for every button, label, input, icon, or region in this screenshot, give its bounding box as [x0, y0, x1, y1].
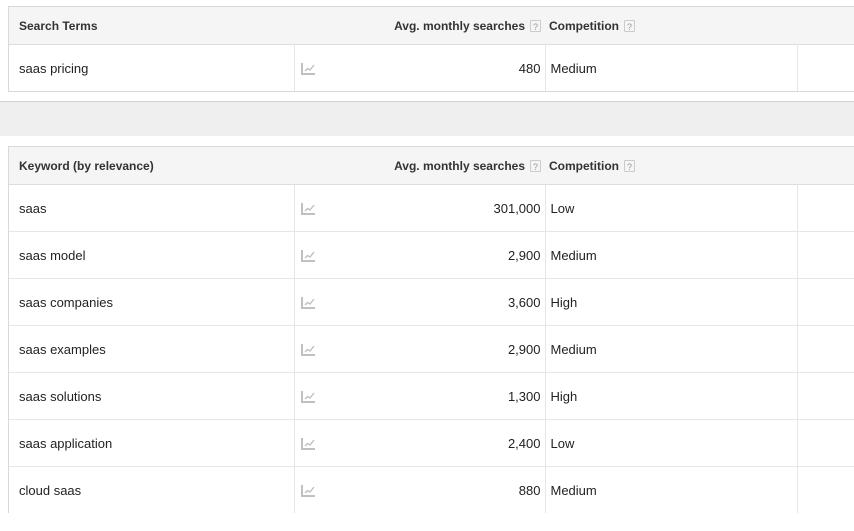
column-header-label: Keyword (by relevance) — [19, 158, 154, 173]
cell-spark — [294, 466, 334, 513]
gap-spacer-bottom — [0, 137, 854, 146]
cell-competition: Medium — [545, 325, 798, 373]
keyword-ideas-panel: Keyword (by relevance) Avg. monthly sear… — [8, 146, 854, 513]
cell-avg-monthly-searches: 1,300 — [334, 372, 546, 420]
cell-competition: Medium — [545, 231, 798, 279]
trend-chart-icon[interactable] — [300, 249, 316, 263]
search-terms-table-head: Search Terms Avg. monthly searches ? Com… — [9, 7, 854, 45]
column-header-keyword-by-relevance[interactable]: Keyword (by relevance) — [9, 147, 294, 185]
table-row[interactable]: cloud saas 880 Medium — [9, 466, 854, 513]
cell-avg-monthly-searches: 2,900 — [334, 325, 546, 373]
cell-spark — [294, 325, 334, 373]
section-separator-band — [0, 101, 854, 137]
trend-chart-icon[interactable] — [300, 390, 316, 404]
cell-competition: Low — [545, 419, 798, 467]
column-header-spark — [294, 147, 334, 185]
cell-spark — [294, 44, 334, 91]
column-header-spark — [294, 7, 334, 45]
column-header-search-terms[interactable]: Search Terms — [9, 7, 294, 45]
cell-keyword: saas model — [9, 231, 295, 279]
help-icon[interactable]: ? — [624, 19, 635, 32]
cell-spark — [294, 372, 334, 420]
cell-competition: Medium — [545, 466, 798, 513]
trend-chart-icon[interactable] — [300, 343, 316, 357]
cell-keyword: saas examples — [9, 325, 295, 373]
column-header-label: Competition — [549, 18, 619, 33]
table-row[interactable]: saas model 2,900 Medium — [9, 231, 854, 279]
cell-keyword: saas pricing — [9, 44, 295, 91]
cell-competition: Medium — [545, 44, 798, 91]
help-icon[interactable]: ? — [530, 19, 541, 32]
column-header-extra — [797, 147, 854, 185]
cell-keyword: cloud saas — [9, 466, 295, 513]
cell-extra — [797, 419, 854, 467]
cell-avg-monthly-searches: 3,600 — [334, 278, 546, 326]
column-header-label: Avg. monthly searches — [394, 158, 525, 173]
cell-competition: High — [545, 278, 798, 326]
column-header-competition[interactable]: Competition ? — [545, 7, 797, 45]
cell-avg-monthly-searches: 2,400 — [334, 419, 546, 467]
help-icon[interactable]: ? — [530, 159, 541, 172]
column-header-label: Search Terms — [19, 18, 98, 33]
table-header-row: Keyword (by relevance) Avg. monthly sear… — [9, 147, 854, 185]
column-header-extra — [797, 7, 854, 45]
cell-keyword: saas solutions — [9, 372, 295, 420]
cell-spark — [294, 419, 334, 467]
cell-avg-monthly-searches: 301,000 — [334, 184, 546, 232]
cell-extra — [797, 44, 854, 91]
table-row[interactable]: saas 301,000 Low — [9, 184, 854, 232]
cell-extra — [797, 278, 854, 326]
cell-spark — [294, 278, 334, 326]
trend-chart-icon[interactable] — [300, 62, 316, 76]
search-terms-table: Search Terms Avg. monthly searches ? Com… — [9, 7, 854, 91]
cell-avg-monthly-searches: 480 — [334, 44, 546, 91]
table-header-row: Search Terms Avg. monthly searches ? Com… — [9, 7, 854, 45]
cell-extra — [797, 231, 854, 279]
cell-spark — [294, 184, 334, 232]
table-row[interactable]: saas solutions 1,300 High — [9, 372, 854, 420]
column-header-label: Avg. monthly searches — [394, 18, 525, 33]
cell-keyword: saas companies — [9, 278, 295, 326]
search-terms-panel: Search Terms Avg. monthly searches ? Com… — [8, 6, 854, 92]
keyword-ideas-table-body: saas 301,000 Low saas model 2,900 Medium saas … — [9, 184, 854, 513]
help-icon[interactable]: ? — [624, 159, 635, 172]
trend-chart-icon[interactable] — [300, 484, 316, 498]
cell-competition: High — [545, 372, 798, 420]
cell-avg-monthly-searches: 2,900 — [334, 231, 546, 279]
column-header-avg-monthly-searches[interactable]: Avg. monthly searches ? — [334, 7, 545, 45]
cell-extra — [797, 325, 854, 373]
cell-keyword: saas application — [9, 419, 295, 467]
cell-avg-monthly-searches: 880 — [334, 466, 546, 513]
table-row[interactable]: saas application 2,400 Low — [9, 419, 854, 467]
table-row[interactable]: saas pricing 480 Medium — [9, 44, 854, 91]
trend-chart-icon[interactable] — [300, 437, 316, 451]
gap-spacer-top — [0, 92, 854, 101]
cell-spark — [294, 231, 334, 279]
table-row[interactable]: saas companies 3,600 High — [9, 278, 854, 326]
keyword-ideas-table: Keyword (by relevance) Avg. monthly sear… — [9, 147, 854, 513]
cell-keyword: saas — [9, 184, 295, 232]
keyword-planner-results: Search Terms Avg. monthly searches ? Com… — [0, 6, 854, 531]
trend-chart-icon[interactable] — [300, 202, 316, 216]
column-header-competition[interactable]: Competition ? — [545, 147, 797, 185]
search-terms-table-body: saas pricing 480 Medium — [9, 44, 854, 91]
column-header-avg-monthly-searches[interactable]: Avg. monthly searches ? — [334, 147, 545, 185]
trend-chart-icon[interactable] — [300, 296, 316, 310]
column-header-label: Competition — [549, 158, 619, 173]
cell-competition: Low — [545, 184, 798, 232]
cell-extra — [797, 372, 854, 420]
cell-extra — [797, 466, 854, 513]
cell-extra — [797, 184, 854, 232]
table-row[interactable]: saas examples 2,900 Medium — [9, 325, 854, 373]
keyword-ideas-table-head: Keyword (by relevance) Avg. monthly sear… — [9, 147, 854, 185]
